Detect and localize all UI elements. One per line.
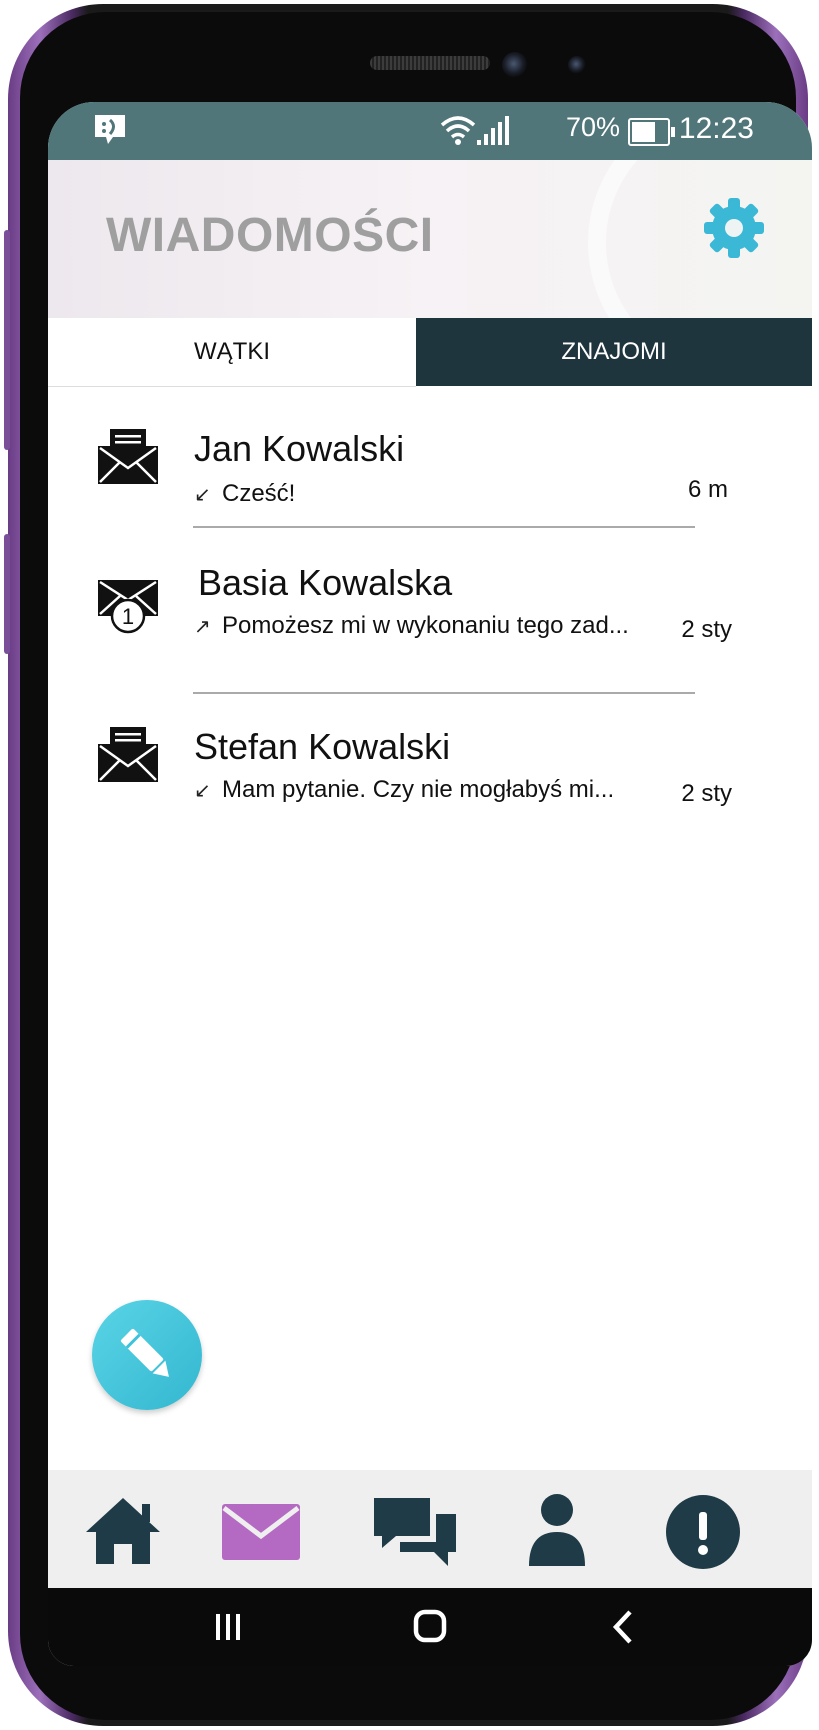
tab-threads[interactable]: WĄTKI bbox=[48, 318, 416, 387]
thread-contact-name: Jan Kowalski bbox=[194, 428, 405, 469]
phone-bezel: 70% 12:23 WIADOMOŚCI WĄTKI ZNAJOMI Jan K… bbox=[20, 12, 812, 1720]
status-bar: 70% 12:23 bbox=[48, 102, 812, 160]
thread-preview: Mam pytanie. Czy nie mogłabyś mi... bbox=[222, 776, 615, 803]
home-button-icon[interactable] bbox=[400, 1602, 460, 1652]
compose-button[interactable] bbox=[92, 1300, 202, 1410]
sensor bbox=[568, 56, 586, 74]
thread-item[interactable]: 1 Basia Kowalska ↗ Pomożesz mi w wykonan… bbox=[48, 530, 812, 670]
thread-item[interactable]: Stefan Kowalski ↙ Mam pytanie. Czy nie m… bbox=[48, 696, 812, 836]
tab-friends[interactable]: ZNAJOMI bbox=[416, 318, 812, 386]
alert-icon[interactable] bbox=[658, 1492, 748, 1572]
open-envelope-icon bbox=[98, 429, 158, 484]
outgoing-arrow-icon: ↗ bbox=[194, 616, 211, 638]
notification-message-icon bbox=[95, 115, 125, 144]
divider bbox=[193, 692, 695, 694]
header-decoration bbox=[588, 160, 812, 318]
thread-contact-name: Basia Kowalska bbox=[198, 562, 453, 603]
pencil-icon bbox=[120, 1328, 169, 1377]
earpiece-speaker bbox=[370, 56, 490, 70]
bottom-nav bbox=[48, 1470, 812, 1588]
clock: 12:23 bbox=[678, 112, 754, 145]
app-screen: 70% 12:23 WIADOMOŚCI WĄTKI ZNAJOMI Jan K… bbox=[48, 102, 812, 1666]
thread-time: 2 sty bbox=[681, 780, 732, 807]
thread-preview: Pomożesz mi w wykonaniu tego zad... bbox=[222, 612, 629, 639]
gear-icon[interactable] bbox=[702, 196, 766, 260]
thread-time: 2 sty bbox=[681, 616, 732, 643]
thread-contact-name: Stefan Kowalski bbox=[194, 726, 451, 767]
thread-preview: Cześć! bbox=[222, 480, 296, 507]
person-icon[interactable] bbox=[512, 1492, 602, 1572]
tab-bar: WĄTKI ZNAJOMI bbox=[48, 318, 812, 387]
mail-icon[interactable] bbox=[216, 1492, 306, 1572]
phone-frame: 70% 12:23 WIADOMOŚCI WĄTKI ZNAJOMI Jan K… bbox=[4, 4, 812, 1726]
back-icon[interactable] bbox=[592, 1602, 652, 1652]
recent-apps-icon[interactable] bbox=[198, 1602, 258, 1652]
home-icon[interactable] bbox=[78, 1492, 168, 1572]
divider bbox=[193, 526, 695, 528]
app-header: WIADOMOŚCI bbox=[48, 160, 812, 318]
signal-icon bbox=[477, 116, 509, 145]
thread-time: 6 m bbox=[687, 476, 728, 503]
incoming-arrow-icon: ↙ bbox=[194, 780, 211, 802]
front-camera bbox=[502, 52, 528, 78]
system-nav-bar bbox=[48, 1588, 812, 1666]
envelope-unread-icon: 1 bbox=[98, 580, 158, 634]
unread-count: 1 bbox=[122, 604, 134, 629]
battery-icon bbox=[628, 118, 675, 146]
chat-icon[interactable] bbox=[370, 1492, 460, 1572]
incoming-arrow-icon: ↙ bbox=[194, 484, 211, 506]
page-title: WIADOMOŚCI bbox=[106, 209, 434, 262]
thread-item[interactable]: Jan Kowalski ↙ Cześć! 6 m bbox=[48, 386, 812, 526]
battery-percent: 70% bbox=[565, 112, 620, 142]
open-envelope-icon bbox=[98, 727, 158, 782]
bixby-button bbox=[4, 534, 10, 654]
wifi-icon bbox=[440, 116, 476, 145]
volume-button bbox=[4, 230, 10, 450]
